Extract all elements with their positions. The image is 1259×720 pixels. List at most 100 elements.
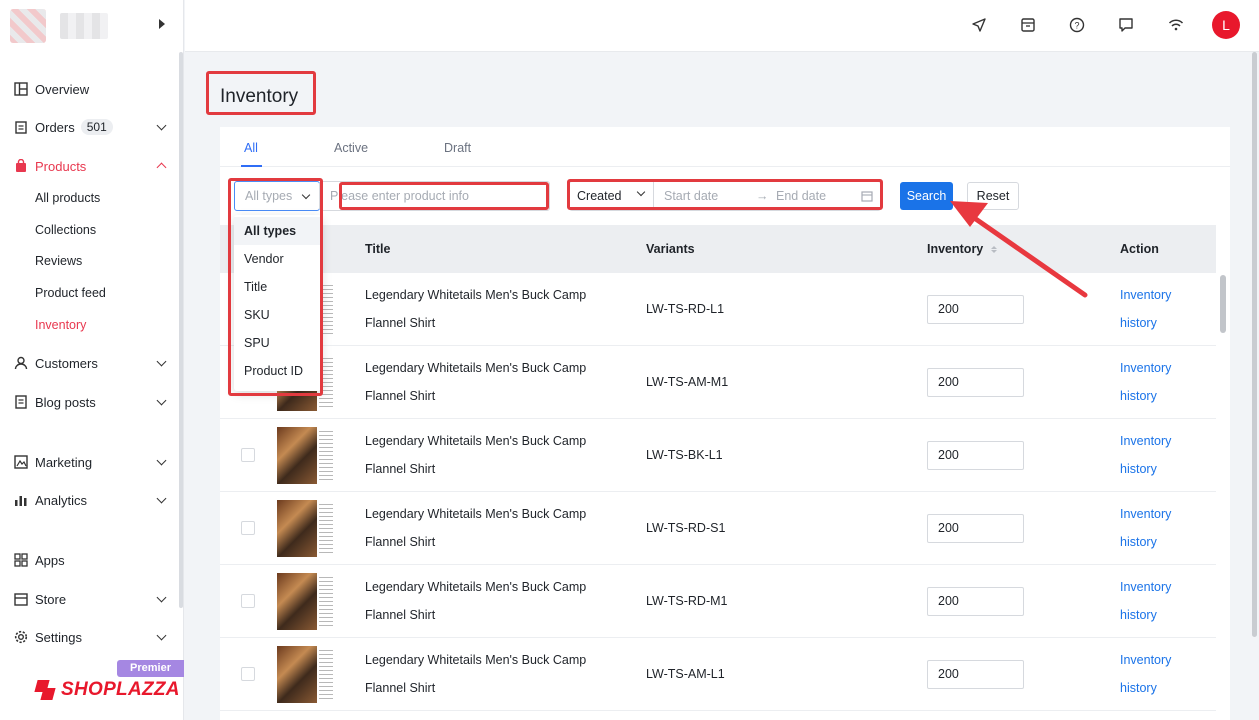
- wifi-icon[interactable]: [1167, 16, 1185, 34]
- end-date-input[interactable]: End date: [776, 189, 856, 203]
- arrow-right-icon: →: [756, 189, 769, 203]
- inventory-history-link[interactable]: Inventory: [1120, 434, 1171, 448]
- table-row: Legendary Whitetails Men's Buck Camp Fla…: [220, 346, 1216, 419]
- product-title[interactable]: Legendary Whitetails Men's Buck Camp: [365, 288, 586, 302]
- page-scrollbar[interactable]: [1250, 52, 1259, 720]
- subnav-collections[interactable]: Collections: [35, 223, 96, 237]
- nav-label: Blog posts: [35, 394, 96, 410]
- row-checkbox[interactable]: [241, 667, 255, 681]
- chevron-up-icon: [156, 162, 167, 173]
- shoplazza-logo-icon: [34, 678, 56, 702]
- product-thumbnail[interactable]: [277, 646, 334, 703]
- dropdown-option-vendor[interactable]: Vendor: [234, 245, 322, 273]
- table-row: Legendary Whitetails Men's Buck Camp Fla…: [220, 638, 1216, 711]
- table-scrollbar-thumb[interactable]: [1220, 275, 1226, 333]
- inventory-history-link-line2[interactable]: history: [1120, 462, 1157, 476]
- inventory-history-link[interactable]: Inventory: [1120, 361, 1171, 375]
- product-thumbnail[interactable]: [277, 573, 334, 630]
- product-title-line2[interactable]: Flannel Shirt: [365, 608, 435, 622]
- product-thumbnail[interactable]: [277, 427, 334, 484]
- tab-all[interactable]: All: [244, 141, 258, 155]
- product-title-line2[interactable]: Flannel Shirt: [365, 681, 435, 695]
- inventory-input[interactable]: 200: [927, 660, 1024, 689]
- dropdown-option-sku[interactable]: SKU: [234, 301, 322, 329]
- inventory-history-link[interactable]: Inventory: [1120, 580, 1171, 594]
- calendar-icon[interactable]: [861, 190, 873, 205]
- nav-store[interactable]: Store: [14, 588, 169, 610]
- inventory-input[interactable]: 200: [927, 441, 1024, 470]
- nav-analytics[interactable]: Analytics: [14, 489, 169, 511]
- row-checkbox[interactable]: [241, 594, 255, 608]
- tab-active[interactable]: Active: [334, 141, 368, 155]
- inventory-input[interactable]: 200: [927, 514, 1024, 543]
- inventory-history-link-line2[interactable]: history: [1120, 316, 1157, 330]
- inventory-history-link[interactable]: Inventory: [1120, 653, 1171, 667]
- nav-blog-posts[interactable]: Blog posts: [14, 391, 169, 413]
- nav-marketing[interactable]: Marketing: [14, 451, 169, 473]
- nav-apps[interactable]: Apps: [14, 549, 169, 571]
- sidebar: Overview Orders 501 Products All product…: [0, 0, 184, 720]
- store-icon[interactable]: [1019, 16, 1037, 34]
- type-select[interactable]: All types: [234, 181, 320, 211]
- nav-orders[interactable]: Orders 501: [14, 116, 169, 138]
- inventory-history-link[interactable]: Inventory: [1120, 507, 1171, 521]
- subnav-all-products[interactable]: All products: [35, 191, 100, 205]
- dropdown-option-title[interactable]: Title: [234, 273, 322, 301]
- start-date-input[interactable]: Start date: [664, 189, 754, 203]
- store-logo: [10, 9, 46, 43]
- page-scrollbar-thumb[interactable]: [1252, 52, 1257, 637]
- inventory-history-link-line2[interactable]: history: [1120, 389, 1157, 403]
- help-icon[interactable]: ?: [1068, 16, 1086, 34]
- subnav-product-feed[interactable]: Product feed: [35, 286, 106, 300]
- gear-icon: [14, 630, 28, 644]
- dropdown-option-spu[interactable]: SPU: [234, 329, 322, 357]
- sidebar-scrollbar[interactable]: [179, 52, 183, 608]
- product-title[interactable]: Legendary Whitetails Men's Buck Camp: [365, 507, 586, 521]
- header-title: Title: [365, 242, 391, 256]
- variant-sku: LW-TS-AM-M1: [646, 375, 729, 389]
- dropdown-option-all-types[interactable]: All types: [234, 217, 322, 245]
- document-icon: [14, 395, 28, 409]
- product-title-line2[interactable]: Flannel Shirt: [365, 462, 435, 476]
- inventory-history-link-line2[interactable]: history: [1120, 535, 1157, 549]
- dropdown-option-product-id[interactable]: Product ID: [234, 357, 322, 385]
- chat-icon[interactable]: [1117, 16, 1135, 34]
- row-checkbox[interactable]: [241, 521, 255, 535]
- avatar[interactable]: L: [1212, 11, 1240, 39]
- product-thumbnail[interactable]: [277, 500, 334, 557]
- nav-customers[interactable]: Customers: [14, 352, 169, 374]
- date-type-select[interactable]: Created: [570, 182, 654, 210]
- nav-label: Products: [35, 158, 87, 174]
- inventory-input[interactable]: 200: [927, 368, 1024, 397]
- subnav-inventory[interactable]: Inventory: [35, 318, 86, 332]
- inventory-history-link-line2[interactable]: history: [1120, 608, 1157, 622]
- chevron-down-icon: [156, 395, 167, 406]
- product-title[interactable]: Legendary Whitetails Men's Buck Camp: [365, 653, 586, 667]
- product-title-line2[interactable]: Flannel Shirt: [365, 316, 435, 330]
- store-switcher[interactable]: [0, 0, 183, 52]
- inventory-history-link[interactable]: Inventory: [1120, 288, 1171, 302]
- row-checkbox[interactable]: [241, 448, 255, 462]
- product-title-line2[interactable]: Flannel Shirt: [365, 389, 435, 403]
- inventory-input[interactable]: 200: [927, 587, 1024, 616]
- nav-settings[interactable]: Settings: [14, 626, 169, 648]
- product-title[interactable]: Legendary Whitetails Men's Buck Camp: [365, 434, 586, 448]
- svg-text:?: ?: [1074, 21, 1079, 31]
- page-title: Inventory: [220, 86, 299, 107]
- nav-overview[interactable]: Overview: [14, 78, 169, 100]
- tab-draft[interactable]: Draft: [444, 141, 471, 155]
- product-title-line2[interactable]: Flannel Shirt: [365, 535, 435, 549]
- product-title[interactable]: Legendary Whitetails Men's Buck Camp: [365, 580, 586, 594]
- header-variants: Variants: [646, 242, 695, 256]
- inventory-history-link-line2[interactable]: history: [1120, 681, 1157, 695]
- apps-icon: [14, 553, 28, 567]
- table-scrollbar[interactable]: [1218, 225, 1228, 720]
- send-icon[interactable]: [970, 16, 988, 34]
- product-title[interactable]: Legendary Whitetails Men's Buck Camp: [365, 361, 586, 375]
- product-search-input[interactable]: Please enter product info: [319, 181, 550, 211]
- type-select-value: All types: [245, 189, 293, 203]
- search-placeholder: Please enter product info: [330, 189, 469, 203]
- variant-sku: LW-TS-RD-L1: [646, 302, 725, 316]
- subnav-reviews[interactable]: Reviews: [35, 254, 82, 268]
- nav-products[interactable]: Products: [14, 155, 169, 177]
